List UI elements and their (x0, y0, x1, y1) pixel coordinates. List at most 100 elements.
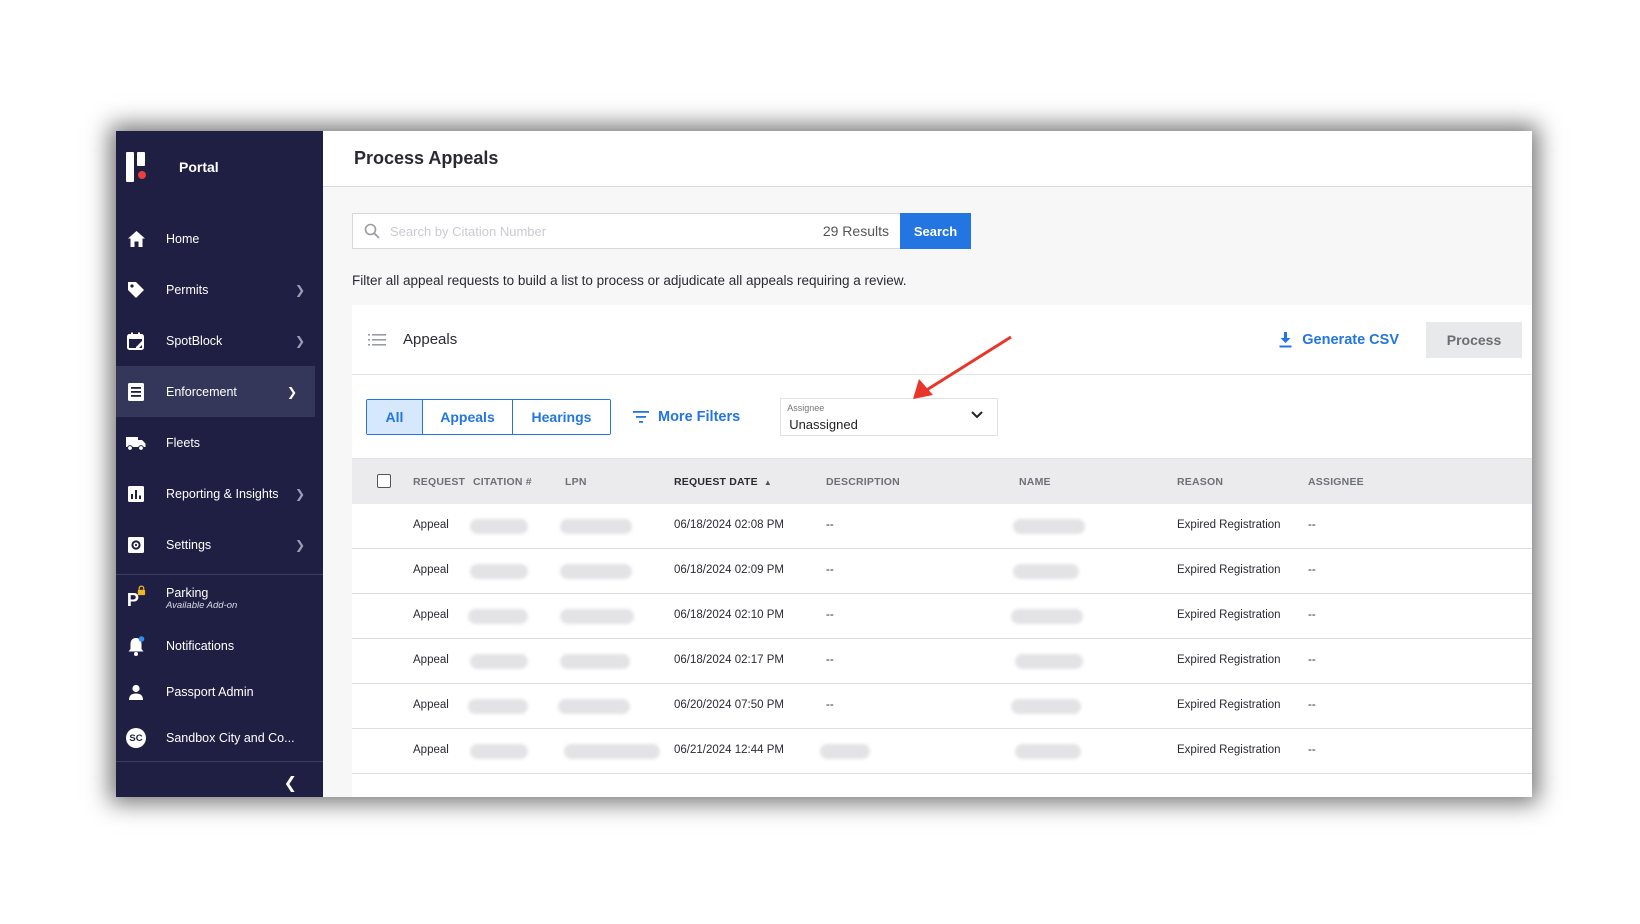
cell-description: -- (826, 519, 834, 531)
cell-reason: Expired Registration (1177, 519, 1281, 531)
sidebar-item-label: Permits (166, 282, 209, 297)
cell-reason: Expired Registration (1177, 654, 1281, 666)
table-row[interactable]: Appeal 06/20/2024 07:50 PM -- Expired Regis… (352, 684, 1532, 729)
user-icon (126, 682, 146, 702)
more-filters-button[interactable]: More Filters (633, 409, 740, 425)
brand-name: Portal (179, 159, 219, 175)
col-name[interactable]: NAME (1019, 476, 1051, 488)
app-window: Portal Home Permits ❯ SpotBlock ❯ Enforc… (116, 131, 1532, 797)
segment-hearings[interactable]: Hearings (513, 399, 610, 434)
download-icon (1279, 331, 1292, 347)
sidebar-item-label: Settings (166, 537, 212, 552)
page-title: Process Appeals (354, 148, 499, 168)
divider (116, 761, 323, 762)
bell-icon (126, 636, 146, 656)
sidebar-item-org[interactable]: SC Sandbox City and Co... (116, 715, 323, 761)
filter-icon (633, 410, 649, 423)
annotation-arrow-icon (913, 335, 1012, 399)
more-filters-label: More Filters (658, 408, 741, 425)
col-request-date[interactable]: REQUEST DATE ▲ (674, 476, 772, 488)
calendar-edit-icon (126, 331, 146, 351)
col-citation[interactable]: CITATION # (473, 476, 532, 488)
sidebar-nav: Home Permits ❯ SpotBlock ❯ Enforcement ❯… (116, 213, 323, 570)
col-description[interactable]: DESCRIPTION (826, 476, 900, 488)
addon-subtitle: Available Add-on (166, 599, 238, 611)
select-all-checkbox[interactable] (377, 474, 391, 488)
card-title: Appeals (403, 331, 458, 348)
cell-request: Appeal (413, 609, 449, 621)
cell-lpn-redacted (564, 744, 660, 759)
home-icon (126, 229, 146, 249)
process-button[interactable]: Process (1426, 321, 1522, 358)
cell-lpn-redacted (560, 609, 634, 624)
tag-icon (126, 280, 146, 300)
table-row[interactable]: Appeal 06/21/2024 12:44 PM Expired Registr… (352, 729, 1532, 774)
sidebar-item-label: Reporting & Insights (166, 486, 279, 501)
cell-name-redacted (1013, 564, 1079, 579)
sidebar-item-passport-admin[interactable]: Passport Admin (116, 669, 323, 715)
col-reason[interactable]: REASON (1177, 476, 1223, 488)
cell-citation-redacted (470, 654, 528, 669)
page-header: Process Appeals (323, 131, 1532, 187)
assignee-value: Unassigned (789, 416, 858, 432)
cell-request: Appeal (413, 744, 449, 756)
cell-request-date: 06/18/2024 02:09 PM (674, 564, 784, 576)
search-bar: 29 Results Search (352, 213, 971, 249)
col-request-date-label: REQUEST DATE (674, 475, 758, 488)
cell-request-date: 06/18/2024 02:08 PM (674, 519, 784, 531)
brand[interactable]: Portal (116, 131, 323, 203)
sidebar-item-spotblock[interactable]: SpotBlock ❯ (116, 315, 323, 366)
search-input[interactable] (390, 223, 823, 239)
sidebar-item-label: Notifications (166, 639, 235, 653)
cell-request-date: 06/18/2024 02:10 PM (674, 609, 784, 621)
sidebar-item-settings[interactable]: Settings ❯ (116, 519, 323, 570)
cell-citation-redacted (468, 699, 528, 714)
avatar: SC (126, 728, 146, 748)
cell-name-redacted (1011, 609, 1083, 624)
org-avatar-wrap: SC (126, 728, 146, 748)
search-box: 29 Results (352, 213, 900, 249)
chevron-right-icon: ❯ (294, 537, 305, 552)
col-assignee[interactable]: ASSIGNEE (1308, 476, 1364, 488)
cell-name-redacted (1015, 744, 1081, 759)
cell-description: -- (826, 654, 834, 666)
sidebar-item-permits[interactable]: Permits ❯ (116, 264, 323, 315)
cell-name-redacted (1015, 654, 1083, 669)
table-row[interactable]: Appeal 06/18/2024 02:10 PM -- Expired Regis… (352, 594, 1532, 639)
table-row[interactable]: Appeal 06/18/2024 02:09 PM -- Expired Regis… (352, 549, 1532, 594)
col-request[interactable]: REQUEST (413, 476, 465, 488)
sort-asc-icon: ▲ (763, 477, 773, 487)
table-row[interactable]: Appeal 06/18/2024 02:08 PM -- Expired Regis… (352, 504, 1532, 549)
cell-name-redacted (1011, 699, 1081, 714)
cell-assignee: -- (1308, 564, 1316, 576)
segment-appeals[interactable]: Appeals (423, 399, 513, 434)
collapse-sidebar-icon[interactable]: ❮ (284, 773, 297, 793)
cell-request: Appeal (413, 519, 449, 531)
cell-request: Appeal (413, 654, 449, 666)
sidebar-item-fleets[interactable]: Fleets (116, 417, 323, 468)
generate-csv-label: Generate CSV (1302, 331, 1399, 348)
parking-lock-icon: P (126, 585, 146, 609)
list-icon (368, 333, 386, 346)
sidebar-item-parking-addon[interactable]: P Parking Available Add-on (116, 579, 323, 623)
segment-all[interactable]: All (367, 399, 423, 434)
sidebar-item-notifications[interactable]: Notifications (116, 623, 323, 669)
search-button[interactable]: Search (900, 213, 971, 249)
cell-name-redacted (1013, 519, 1085, 534)
sidebar-item-enforcement[interactable]: Enforcement ❯ (116, 366, 315, 417)
sidebar-item-label: Enforcement (166, 384, 237, 399)
sidebar-item-label: Sandbox City and Co... (166, 731, 295, 745)
generate-csv-button[interactable]: Generate CSV (1279, 331, 1399, 348)
sidebar-item-label: Home (166, 231, 200, 246)
chevron-right-icon: ❯ (294, 486, 305, 501)
chevron-right-icon: ❯ (294, 282, 305, 297)
col-lpn[interactable]: LPN (565, 476, 587, 488)
results-count: 29 Results (822, 223, 889, 239)
table-row[interactable]: Appeal 06/18/2024 02:17 PM -- Expired Regis… (352, 639, 1532, 684)
cell-reason: Expired Registration (1177, 699, 1281, 711)
cell-lpn-redacted (560, 654, 630, 669)
sidebar: Portal Home Permits ❯ SpotBlock ❯ Enforc… (116, 131, 323, 797)
truck-icon (126, 433, 146, 453)
sidebar-item-reporting[interactable]: Reporting & Insights ❯ (116, 468, 323, 519)
sidebar-item-home[interactable]: Home (116, 213, 323, 264)
